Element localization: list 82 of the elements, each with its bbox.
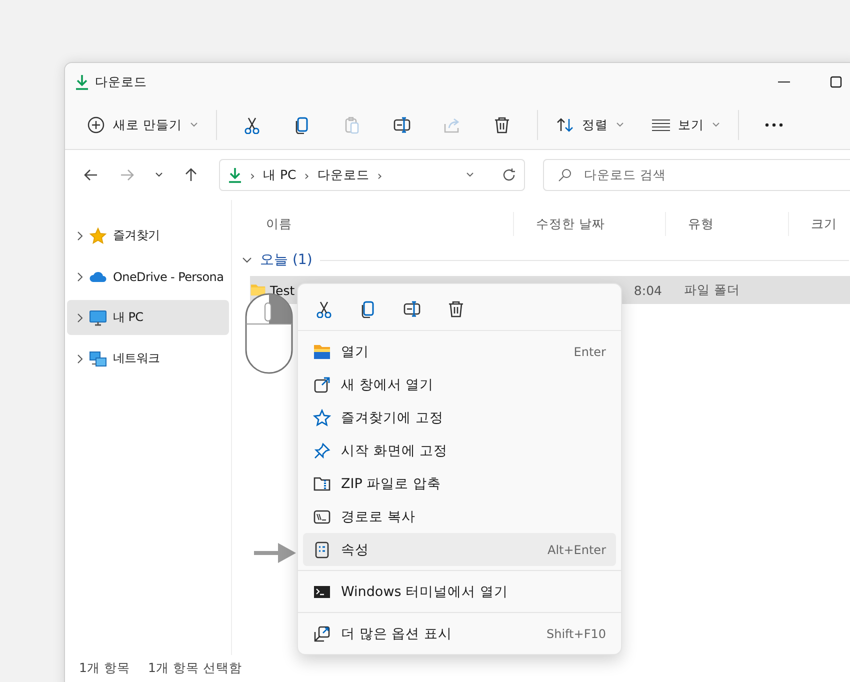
search-field[interactable]: 다운로드 검색 (543, 159, 850, 191)
breadcrumb-separator: › (304, 168, 310, 182)
view-button[interactable]: 보기 (644, 110, 728, 140)
computers-icon (89, 350, 107, 368)
status-text: 1개 항목 (79, 660, 130, 676)
star-icon (313, 408, 331, 426)
star-icon (89, 226, 107, 244)
breadcrumb-separator: › (377, 168, 382, 182)
new-button[interactable]: 새로 만들기 (79, 110, 206, 140)
column-header[interactable]: 크기 (789, 212, 850, 236)
path-card-icon (313, 508, 331, 526)
sidebar-item[interactable]: 네트워크 (67, 341, 229, 376)
maximize-icon (830, 76, 842, 88)
column-header[interactable]: 유형 (666, 212, 789, 236)
text-cursor-icon (392, 116, 411, 134)
sidebar-item[interactable]: 즐겨찾기 (67, 218, 229, 253)
status-text: 1개 항목 선택함 (148, 660, 242, 676)
column-header[interactable]: 이름 (242, 212, 514, 236)
share-icon (442, 116, 461, 134)
breadcrumb[interactable]: 다운로드 (317, 166, 370, 184)
dots-icon (764, 123, 783, 127)
window-title: 다운로드 (95, 74, 147, 90)
column-header[interactable]: 수정한 날짜 (514, 212, 666, 236)
sidebar-item[interactable]: OneDrive - Persona (67, 259, 229, 294)
monitor-icon (89, 308, 107, 326)
breadcrumb[interactable]: 내 PC (263, 166, 296, 184)
copy-icon (359, 300, 377, 318)
type-cell: 파일 폴더 (684, 282, 740, 298)
menu-item[interactable]: 더 많은 옵션 표시 Shift+F10 (303, 617, 616, 650)
trash-icon (447, 300, 465, 318)
open-window-icon (313, 376, 331, 394)
menu-item[interactable]: Windows 터미널에서 열기 (303, 575, 616, 608)
plus-circle-icon (87, 116, 105, 134)
scissors-icon (315, 300, 333, 318)
up-arrow-icon (185, 168, 197, 182)
shortcut-text: Shift+F10 (546, 626, 606, 640)
sidebar-item[interactable]: 내 PC (67, 300, 229, 335)
pin-icon (313, 442, 331, 460)
scissors-icon (242, 116, 261, 134)
shortcut-text: Alt+Enter (547, 542, 606, 556)
sort-arrows-icon (556, 117, 574, 133)
folder-icon (250, 282, 266, 298)
trash-icon (492, 116, 511, 134)
minimize-icon (778, 81, 790, 83)
expand-chevron-icon (77, 230, 83, 240)
sort-button[interactable]: 정렬 (548, 110, 632, 140)
chevron-icon (616, 122, 624, 128)
collapse-chevron-icon (242, 257, 252, 263)
menu-item[interactable]: 경로로 복사 (303, 500, 616, 533)
forward-arrow-icon (120, 169, 134, 181)
date-cell: 8:04 (634, 282, 662, 298)
chevron-icon (466, 172, 474, 178)
text-cursor-icon (403, 300, 421, 318)
chevron-icon (155, 172, 163, 178)
clipboard-icon (342, 116, 361, 134)
zipped-folder-icon (313, 474, 331, 492)
pointer-arrow (254, 543, 296, 563)
menu-item[interactable]: 시작 화면에 고정 (303, 434, 616, 467)
folder-icon (313, 342, 331, 360)
file-name: Test (270, 282, 295, 298)
address-field[interactable]: › 내 PC › 다운로드 › (219, 159, 525, 191)
menu-item[interactable]: ZIP 파일로 압축 (303, 467, 616, 500)
chevron-icon (190, 122, 198, 128)
refresh-icon (502, 168, 516, 182)
download-arrow-icon (75, 74, 89, 90)
shortcut-text: Enter (574, 344, 606, 358)
menu-item[interactable]: 새 창에서 열기 (303, 368, 616, 401)
download-arrow-icon (228, 167, 242, 183)
search-icon (558, 168, 572, 182)
expand-chevron-icon (77, 272, 83, 282)
window-arrow-icon (313, 624, 331, 642)
menu-item[interactable]: 열기 Enter (303, 335, 616, 368)
chevron-icon (712, 122, 720, 128)
breadcrumb-separator: › (250, 168, 255, 182)
list-sheet-icon (313, 540, 331, 558)
menu-item[interactable]: 속성 Alt+Enter (303, 533, 616, 566)
back-arrow-icon (84, 169, 98, 181)
expand-chevron-icon (77, 312, 83, 322)
lines-icon (652, 119, 670, 131)
menu-item[interactable]: 즐겨찾기에 고정 (303, 401, 616, 434)
expand-chevron-icon (77, 354, 83, 364)
group-header[interactable]: 오늘 (1) (260, 251, 312, 269)
